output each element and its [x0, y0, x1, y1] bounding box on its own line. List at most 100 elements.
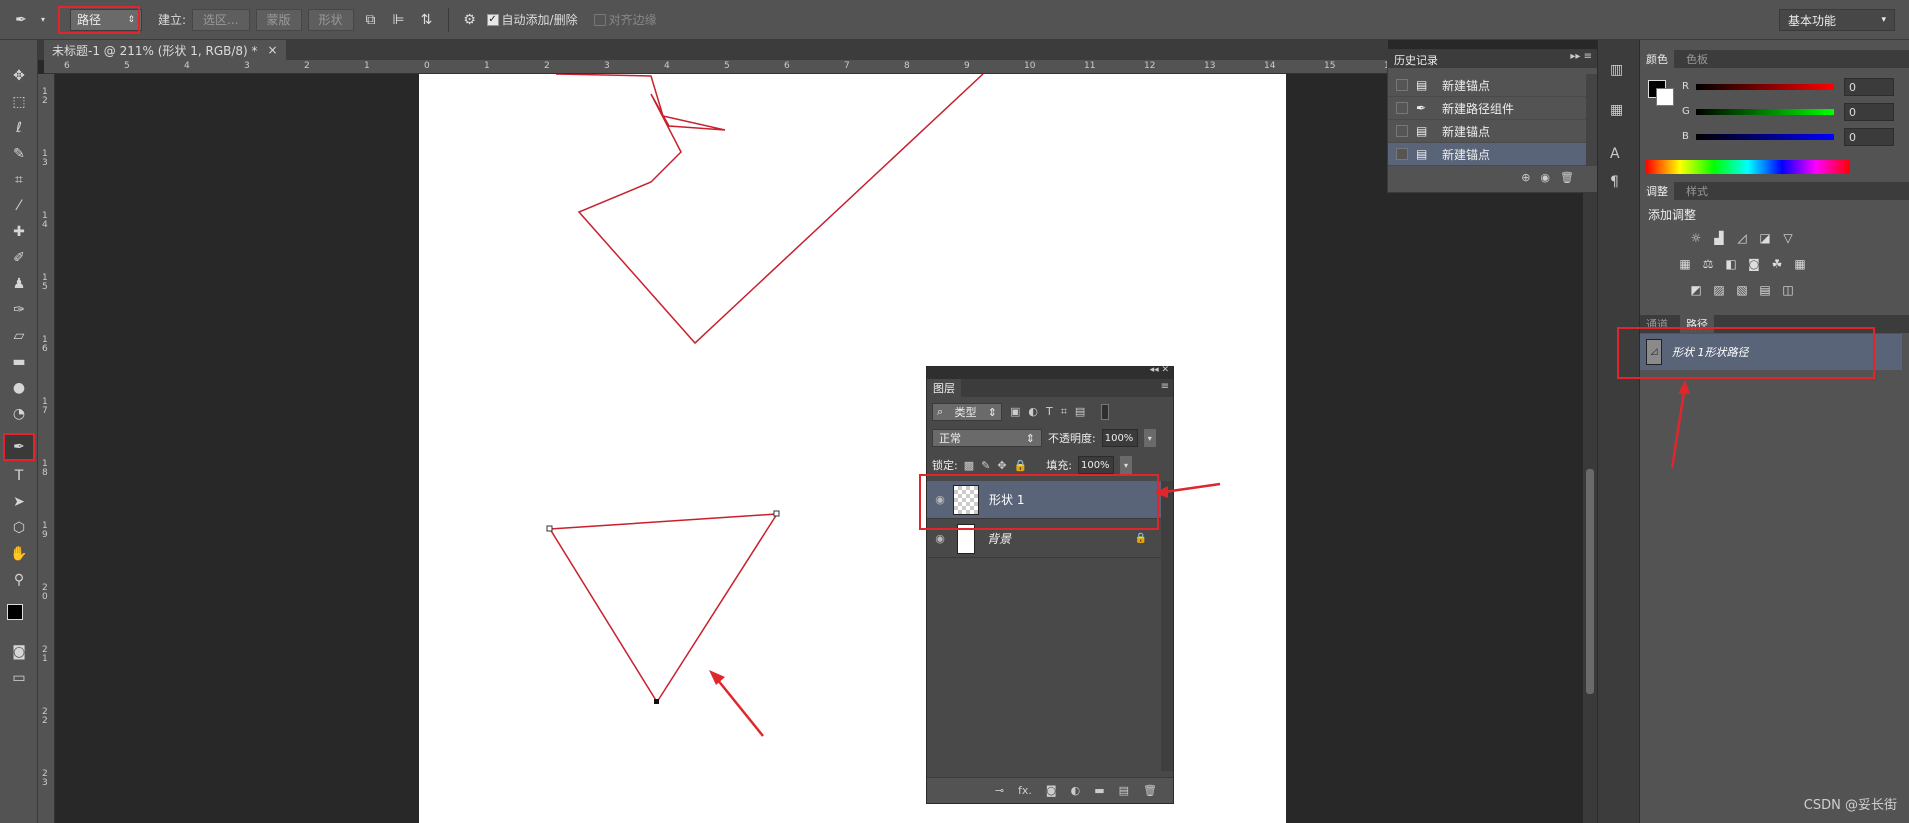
marquee-tool-icon[interactable]: ⬚ [6, 90, 32, 114]
move-tool-icon[interactable]: ✥ [6, 64, 32, 88]
collapse-close-icon[interactable]: ◂◂ ✕ [1150, 365, 1169, 375]
filter-toggle[interactable] [1101, 404, 1110, 420]
checkbox-unchecked-icon[interactable] [593, 13, 606, 26]
make-shape-button[interactable]: 形状 [307, 8, 354, 31]
hue-saturation-icon[interactable]: ▦ [1676, 256, 1694, 272]
blur-tool-icon[interactable]: ● [6, 376, 32, 400]
tab-layers[interactable]: 图层 [927, 379, 961, 397]
properties-panel-icon[interactable]: ▦ [1610, 102, 1623, 118]
history-item[interactable]: ▤ 新建锚点 [1388, 120, 1586, 143]
character-panel-icon[interactable]: A [1610, 146, 1620, 162]
lasso-tool-icon[interactable]: ℓ [6, 116, 32, 140]
folder-icon[interactable]: ▬ [1094, 784, 1104, 797]
crop-tool-icon[interactable]: ⌗ [6, 168, 32, 192]
path-selection-tool-icon[interactable]: ➤ [6, 490, 32, 514]
history-source-checkbox[interactable] [1396, 102, 1408, 114]
vibrance-icon[interactable]: ▽ [1779, 230, 1797, 246]
gradient-tool-icon[interactable]: ▬ [6, 350, 32, 374]
green-slider[interactable] [1696, 109, 1834, 115]
tab-color[interactable]: 颜色 [1640, 50, 1674, 68]
channel-mixer-icon[interactable]: ☘ [1768, 256, 1786, 272]
color-lookup-icon[interactable]: ▦ [1791, 256, 1809, 272]
history-source-checkbox[interactable] [1396, 79, 1408, 91]
history-footer-icons[interactable]: ⊕◉🗑 [1521, 171, 1584, 184]
mask-icon[interactable]: ◙ [1046, 784, 1057, 797]
path-arrangement-icon[interactable]: ⇅ [416, 9, 438, 31]
type-tool-icon[interactable]: T [6, 464, 32, 488]
workspace-switcher[interactable]: 基本功能 ▾ [1779, 9, 1895, 31]
paragraph-panel-icon[interactable]: ¶ [1610, 174, 1619, 190]
gear-icon[interactable]: ⚙ [459, 9, 481, 31]
color-spectrum-bar[interactable] [1646, 160, 1850, 174]
posterize-icon[interactable]: ▨ [1710, 282, 1728, 298]
curves-icon[interactable]: ◿ [1733, 230, 1751, 246]
red-input[interactable]: 0 [1844, 78, 1894, 96]
panel-menu-icon[interactable]: ≡ [1161, 381, 1169, 392]
threshold-icon[interactable]: ▧ [1733, 282, 1751, 298]
green-input[interactable]: 0 [1844, 103, 1894, 121]
fill-input[interactable]: 100% [1077, 456, 1114, 474]
levels-icon[interactable]: ▟ [1710, 230, 1728, 246]
panel-menu-icon[interactable]: ▸▸ ≡ [1570, 51, 1592, 62]
make-selection-button[interactable]: 选区... [192, 8, 250, 31]
healing-brush-tool-icon[interactable]: ✚ [6, 220, 32, 244]
adjustment-layer-icon[interactable]: ◐ [1071, 784, 1081, 797]
zoom-tool-icon[interactable]: ⚲ [6, 568, 32, 592]
eraser-tool-icon[interactable]: ▱ [6, 324, 32, 348]
screen-mode-icon[interactable]: ▭ [6, 666, 32, 690]
close-icon[interactable]: × [268, 43, 278, 57]
link-icon[interactable]: ⊸ [995, 784, 1004, 797]
shape-tool-icon[interactable]: ⬡ [6, 516, 32, 540]
history-item-current[interactable]: ▤ 新建锚点 [1388, 143, 1586, 166]
checkbox-checked-icon[interactable]: ✓ [486, 13, 499, 26]
document-tab[interactable]: 未标题-1 @ 211% (形状 1, RGB/8) * × [44, 40, 286, 60]
opacity-input[interactable]: 100% [1101, 429, 1138, 447]
scrollbar-thumb[interactable] [1586, 469, 1594, 694]
gradient-map-icon[interactable]: ▤ [1756, 282, 1774, 298]
path-operations-icon[interactable]: ⧉ [360, 9, 382, 31]
background-color-swatch[interactable] [1656, 88, 1674, 106]
exposure-icon[interactable]: ◪ [1756, 230, 1774, 246]
tool-preset-dropdown-icon[interactable]: ▾ [38, 9, 48, 31]
invert-icon[interactable]: ◩ [1687, 282, 1705, 298]
brush-tool-icon[interactable]: ✐ [6, 246, 32, 270]
tab-swatches[interactable]: 色板 [1680, 50, 1714, 68]
chevron-down-icon[interactable]: ▾ [1143, 429, 1156, 447]
history-source-checkbox[interactable] [1396, 148, 1408, 160]
pen-tool-icon[interactable]: ✒ [3, 433, 35, 461]
make-mask-button[interactable]: 蒙版 [255, 8, 302, 31]
auto-add-delete-option[interactable]: ✓ 自动添加/删除 [486, 11, 578, 28]
align-edges-option[interactable]: 对齐边缘 [593, 11, 657, 28]
history-source-checkbox[interactable] [1396, 125, 1408, 137]
tab-styles[interactable]: 样式 [1680, 182, 1714, 200]
fx-button[interactable]: fx. [1018, 784, 1032, 797]
tab-adjustments[interactable]: 调整 [1640, 182, 1674, 200]
dodge-tool-icon[interactable]: ◔ [6, 402, 32, 426]
hand-tool-icon[interactable]: ✋ [6, 542, 32, 566]
layers-scrollbar[interactable] [1161, 481, 1173, 771]
chevron-down-icon[interactable]: ▾ [1119, 456, 1132, 474]
trash-icon[interactable]: 🗑 [1143, 784, 1157, 797]
pen-tool-icon[interactable]: ✒ [10, 9, 32, 31]
history-brush-tool-icon[interactable]: ✑ [6, 298, 32, 322]
selective-color-icon[interactable]: ◫ [1779, 282, 1797, 298]
photo-filter-icon[interactable]: ◙ [1745, 256, 1763, 272]
black-white-icon[interactable]: ◧ [1722, 256, 1740, 272]
clone-stamp-tool-icon[interactable]: ♟ [6, 272, 32, 296]
history-item[interactable]: ✒ 新建路径组件 [1388, 97, 1586, 120]
lock-option-icons[interactable]: ▩✎✥🔒 [964, 459, 1035, 472]
filter-kind-icons[interactable]: ▣◐T⌗▤ [1010, 405, 1093, 419]
foreground-color-swatch[interactable] [7, 604, 23, 620]
color-balance-icon[interactable]: ⚖ [1699, 256, 1717, 272]
quick-mask-icon[interactable]: ◙ [6, 640, 32, 664]
brightness-icon[interactable]: ☼ [1687, 230, 1705, 246]
quick-select-tool-icon[interactable]: ✎ [6, 142, 32, 166]
history-item[interactable]: ▤ 新建锚点 [1388, 74, 1586, 97]
filter-type-select[interactable]: ⌕ 类型 ⇕ [932, 403, 1002, 421]
blue-input[interactable]: 0 [1844, 128, 1894, 146]
eyedropper-tool-icon[interactable]: ⁄ [6, 194, 32, 218]
blue-slider[interactable] [1696, 134, 1834, 140]
new-layer-icon[interactable]: ▤ [1119, 784, 1129, 797]
eye-icon[interactable]: ◉ [927, 532, 953, 545]
history-panel-icon[interactable]: ▥ [1610, 62, 1623, 78]
